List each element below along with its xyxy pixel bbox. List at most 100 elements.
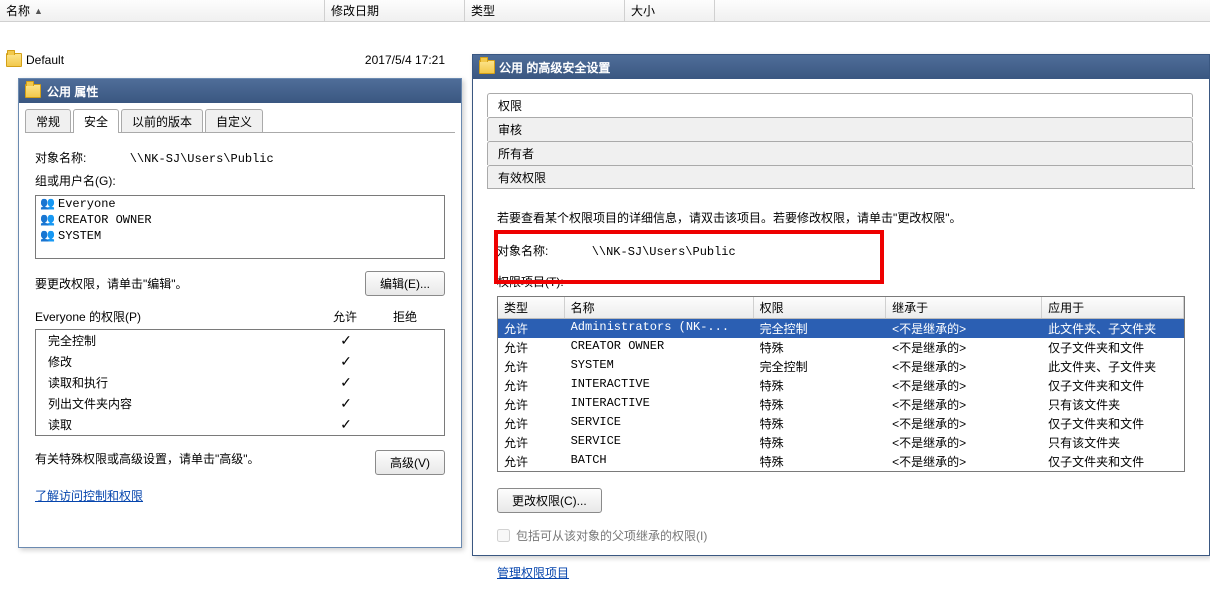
cell-type: 允许	[498, 433, 565, 452]
users-icon	[40, 213, 54, 227]
perm-header-label: Everyone 的权限(P)	[35, 308, 315, 325]
table-row[interactable]: 允许CREATOR OWNER特殊<不是继承的>仅子文件夹和文件	[498, 338, 1184, 357]
object-path: \\NK-SJ\Users\Public	[592, 245, 736, 259]
perm-name: 列出文件夹内容	[36, 395, 316, 412]
properties-title: 公用 属性	[47, 83, 98, 100]
check-icon: ✓	[316, 353, 376, 370]
table-row[interactable]: 允许SERVICE特殊<不是继承的>仅子文件夹和文件	[498, 414, 1184, 433]
table-body: 允许Administrators (NK-...完全控制<不是继承的>此文件夹、…	[498, 319, 1184, 471]
th-perm[interactable]: 权限	[754, 297, 887, 318]
edit-button[interactable]: 编辑(E)...	[365, 271, 445, 296]
table-header: 类型 名称 权限 继承于 应用于	[498, 297, 1184, 319]
cell-name: BATCH	[565, 452, 754, 471]
edit-hint: 要更改权限，请单击"编辑"。	[35, 275, 188, 292]
th-name[interactable]: 名称	[565, 297, 754, 318]
cell-inherit: <不是继承的>	[886, 452, 1042, 471]
file-date: 2017/5/4 17:21	[325, 53, 465, 67]
group-users-label: 组或用户名(G):	[35, 172, 445, 189]
advanced-security-dialog: 公用 的高级安全设置 权限 审核 所有者 有效权限 若要查看某个权限项目的详细信…	[472, 54, 1210, 556]
perm-row: 列出文件夹内容✓	[36, 393, 444, 414]
col-name-label: 名称	[6, 2, 30, 19]
cell-type: 允许	[498, 357, 565, 376]
cell-apply: 只有该文件夹	[1042, 433, 1184, 452]
users-icon	[40, 229, 54, 243]
object-name-label: 对象名称:	[35, 151, 86, 165]
perm-row: 读取✓	[36, 414, 444, 435]
table-row[interactable]: 允许Administrators (NK-...完全控制<不是继承的>此文件夹、…	[498, 319, 1184, 338]
table-row[interactable]: 允许INTERACTIVE特殊<不是继承的>只有该文件夹	[498, 395, 1184, 414]
cell-inherit: <不是继承的>	[886, 433, 1042, 452]
advanced-titlebar[interactable]: 公用 的高级安全设置	[473, 55, 1209, 79]
hint-text: 若要查看某个权限项目的详细信息，请双击该项目。若要修改权限，请单击"更改权限"。	[497, 209, 1185, 226]
advanced-hint: 有关特殊权限或高级设置，请单击"高级"。	[35, 450, 335, 467]
th-inherit[interactable]: 继承于	[886, 297, 1042, 318]
manage-entries-link[interactable]: 管理权限项目	[497, 564, 569, 581]
users-icon	[40, 197, 54, 211]
explorer-columns-header: 名称▲ 修改日期 类型 大小	[0, 0, 1210, 22]
object-path: \\NK-SJ\Users\Public	[130, 152, 274, 166]
cell-perm: 特殊	[754, 376, 887, 395]
tab-customize[interactable]: 自定义	[205, 109, 263, 133]
tab-permissions[interactable]: 权限	[487, 93, 1193, 117]
table-row[interactable]: 允许BATCH特殊<不是继承的>仅子文件夹和文件	[498, 452, 1184, 471]
cell-apply: 只有该文件夹	[1042, 395, 1184, 414]
col-header-date[interactable]: 修改日期	[325, 0, 465, 21]
tab-previous-versions[interactable]: 以前的版本	[121, 109, 203, 133]
cell-perm: 特殊	[754, 338, 887, 357]
list-item[interactable]: SYSTEM	[36, 228, 444, 244]
table-row[interactable]: 允许SYSTEM完全控制<不是继承的>此文件夹、子文件夹	[498, 357, 1184, 376]
perm-name: 读取	[36, 416, 316, 433]
learn-link[interactable]: 了解访问控制和权限	[35, 487, 143, 504]
cell-perm: 完全控制	[754, 357, 887, 376]
tab-effective[interactable]: 有效权限	[487, 165, 1193, 189]
cell-perm: 完全控制	[754, 319, 887, 338]
inherit-checkbox-row: 包括可从该对象的父项继承的权限(I)	[497, 527, 1185, 544]
properties-titlebar[interactable]: 公用 属性	[19, 79, 461, 103]
tab-owner[interactable]: 所有者	[487, 141, 1193, 165]
inherit-label: 包括可从该对象的父项继承的权限(I)	[516, 527, 707, 544]
cell-perm: 特殊	[754, 452, 887, 471]
cell-apply: 此文件夹、子文件夹	[1042, 357, 1184, 376]
deny-label: 拒绝	[375, 308, 435, 325]
cell-name: Administrators (NK-...	[565, 319, 754, 338]
table-row[interactable]: 允许SERVICE特殊<不是继承的>只有该文件夹	[498, 433, 1184, 452]
allow-label: 允许	[315, 308, 375, 325]
permissions-list: 完全控制✓ 修改✓ 读取和执行✓ 列出文件夹内容✓ 读取✓	[35, 329, 445, 436]
col-type-label: 类型	[471, 2, 495, 19]
permissions-table: 类型 名称 权限 继承于 应用于 允许Administrators (NK-..…	[497, 296, 1185, 472]
cell-name: SYSTEM	[565, 357, 754, 376]
col-header-size[interactable]: 大小	[625, 0, 715, 21]
entries-label: 权限项目(T):	[497, 273, 1185, 290]
cell-apply: 仅子文件夹和文件	[1042, 452, 1184, 471]
object-name-row: 对象名称: \\NK-SJ\Users\Public	[497, 242, 1185, 259]
col-date-label: 修改日期	[331, 2, 379, 19]
cell-apply: 仅子文件夹和文件	[1042, 376, 1184, 395]
col-header-name[interactable]: 名称▲	[0, 0, 325, 21]
change-permissions-button[interactable]: 更改权限(C)...	[497, 488, 602, 513]
check-icon: ✓	[316, 332, 376, 349]
table-row[interactable]: 允许INTERACTIVE特殊<不是继承的>仅子文件夹和文件	[498, 376, 1184, 395]
tab-general[interactable]: 常规	[25, 109, 71, 133]
th-type[interactable]: 类型	[498, 297, 565, 318]
perm-name: 完全控制	[36, 332, 316, 349]
tab-security[interactable]: 安全	[73, 109, 119, 133]
cell-inherit: <不是继承的>	[886, 319, 1042, 338]
cell-inherit: <不是继承的>	[886, 414, 1042, 433]
th-apply[interactable]: 应用于	[1042, 297, 1184, 318]
advanced-button[interactable]: 高级(V)	[375, 450, 445, 475]
properties-tabs: 常规 安全 以前的版本 自定义	[19, 103, 461, 133]
file-name: Default	[26, 53, 64, 67]
cell-apply: 此文件夹、子文件夹	[1042, 319, 1184, 338]
cell-type: 允许	[498, 319, 565, 338]
check-icon: ✓	[316, 374, 376, 391]
list-item[interactable]: CREATOR OWNER	[36, 212, 444, 228]
cell-apply: 仅子文件夹和文件	[1042, 414, 1184, 433]
check-icon: ✓	[316, 395, 376, 412]
cell-inherit: <不是继承的>	[886, 376, 1042, 395]
cell-name: CREATOR OWNER	[565, 338, 754, 357]
col-header-type[interactable]: 类型	[465, 0, 625, 21]
list-item[interactable]: Everyone	[36, 196, 444, 212]
cell-type: 允许	[498, 452, 565, 471]
tab-auditing[interactable]: 审核	[487, 117, 1193, 141]
group-users-list[interactable]: Everyone CREATOR OWNER SYSTEM	[35, 195, 445, 259]
